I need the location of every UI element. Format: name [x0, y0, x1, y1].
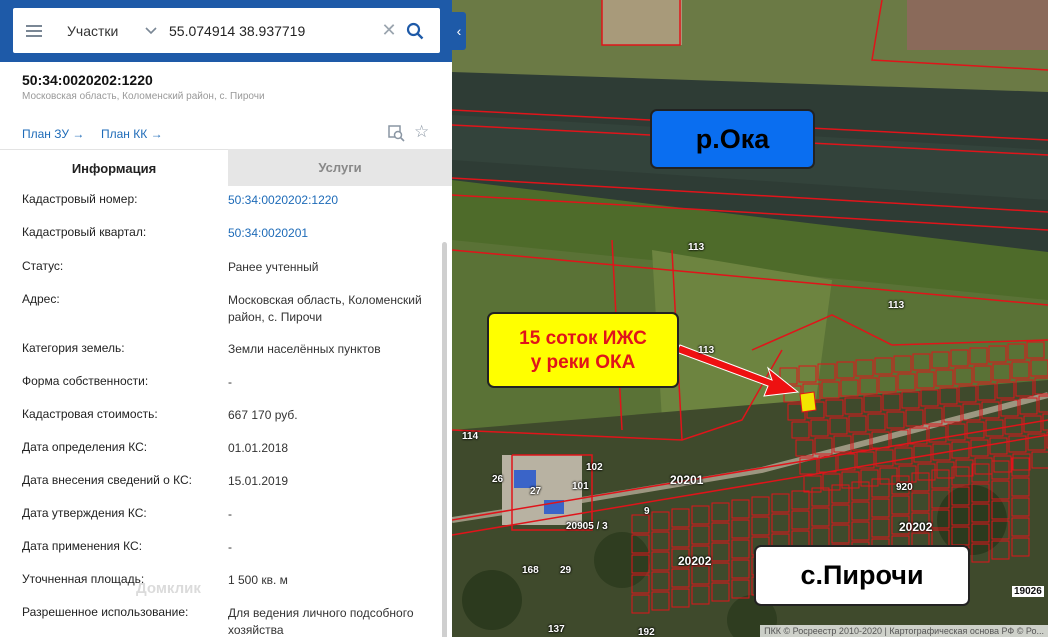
parcel-address: Московская область, Коломенский район, с… [22, 91, 265, 102]
search-type-select[interactable]: Участки [67, 23, 145, 39]
map-label: 920 [896, 482, 913, 493]
map-label: 27 [530, 486, 542, 497]
map-attribution: ПКК © Росреестр 2010-2020 | Картографиче… [760, 625, 1048, 637]
map-label: 20201 [670, 473, 704, 487]
search-bar: Участки ✕ [0, 0, 452, 62]
info-row-value: Ранее учтенный [228, 260, 319, 274]
info-row-label: Кадастровый квартал: [22, 225, 147, 239]
tabs: Информация Услуги [0, 149, 452, 186]
map-label: 113 [688, 242, 705, 253]
info-row-value: - [228, 540, 232, 554]
map-label: 113 [888, 300, 905, 311]
map-label: 29 [560, 565, 572, 576]
menu-icon[interactable] [13, 8, 55, 53]
info-row-label: Кадастровая стоимость: [22, 407, 158, 421]
tab-services[interactable]: Услуги [228, 149, 452, 186]
plan-zu-link[interactable]: План ЗУ → [22, 127, 84, 141]
map-label: 168 [522, 565, 539, 576]
info-row-label: Статус: [22, 259, 64, 273]
plan-kk-link[interactable]: План КК → [101, 127, 163, 141]
info-row-label: Дата применения КС: [22, 539, 143, 553]
search-input[interactable] [169, 22, 377, 39]
chevron-left-icon: ‹ [456, 23, 462, 39]
map-label: 101 [572, 481, 589, 492]
map-label: 9 [644, 506, 650, 517]
map-label: 19026 [1012, 586, 1044, 597]
info-row-label: Дата определения КС: [22, 440, 148, 454]
star-icon[interactable]: ☆ [414, 122, 429, 142]
map-label: 102 [586, 462, 603, 473]
info-row-link[interactable]: 50:34:0020202:1220 [228, 192, 440, 209]
plot-callout: 15 соток ИЖС у реки ОКА [487, 312, 679, 388]
info-row-value: Земли населённых пунктов [228, 342, 381, 356]
chevron-down-icon[interactable] [145, 24, 163, 38]
plot-callout-line1: 15 соток ИЖС [519, 328, 647, 349]
info-row-label: Дата внесения сведений о КС: [22, 473, 192, 487]
map-label: 192 [638, 627, 655, 637]
map-label: 20202 [899, 520, 933, 534]
info-row-link[interactable]: 50:34:0020201 [228, 225, 440, 242]
info-row-value: Для ведения личного подсобного хозяйства [228, 606, 414, 637]
info-row-value: 1 500 кв. м [228, 573, 288, 587]
watermark: Домклик [136, 580, 201, 597]
selected-plot [799, 391, 817, 413]
tab-info[interactable]: Информация [0, 149, 228, 186]
info-row-label: Разрешенное использование: [22, 605, 189, 619]
info-row-value: Московская область, Коломенский район, с… [228, 293, 422, 324]
village-callout: с.Пирочи [754, 545, 970, 606]
collapse-panel-button[interactable]: ‹ [452, 12, 466, 50]
info-row-label: Категория земель: [22, 341, 125, 355]
map-label: 113 [698, 345, 715, 356]
info-row-label: Форма собственности: [22, 374, 149, 388]
panel-scrollbar[interactable] [442, 242, 447, 637]
info-row-value: - [228, 375, 232, 389]
map-view[interactable]: 113 113 113 114 102 101 26 27 20201 920 … [452, 0, 1048, 637]
parcel-info-panel: 50:34:0020202:1220 Московская область, К… [0, 62, 452, 637]
map-label: 20905 / 3 [566, 521, 608, 532]
show-on-map-icon[interactable] [388, 125, 405, 147]
info-row-value: 15.01.2019 [228, 474, 289, 488]
parcel-number: 50:34:0020202:1220 [22, 72, 153, 88]
river-callout: р.Ока [650, 109, 815, 169]
info-row-label: Дата утверждения КС: [22, 506, 147, 520]
search-icon[interactable] [401, 17, 429, 45]
info-row-value: - [228, 507, 232, 521]
info-row-label: Адрес: [22, 292, 60, 306]
map-label: 114 [462, 431, 479, 442]
info-row-value: 667 170 руб. [228, 408, 298, 422]
map-label: 26 [492, 474, 504, 485]
map-label: 20202 [678, 554, 712, 568]
info-row-value: 01.01.2018 [228, 441, 289, 455]
plot-callout-line2: у реки ОКА [530, 352, 636, 373]
map-label: 137 [548, 624, 565, 635]
search-box: Участки ✕ [13, 8, 440, 53]
info-row-label: Кадастровый номер: [22, 192, 138, 206]
clear-icon[interactable]: ✕ [377, 20, 401, 41]
